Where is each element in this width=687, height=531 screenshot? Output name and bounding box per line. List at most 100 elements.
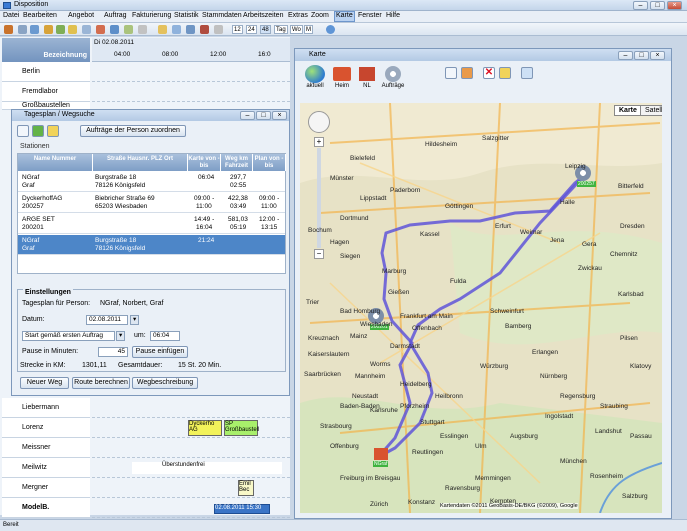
calculate-route-button[interactable]: Route berechnen [72,377,130,389]
maximize-button[interactable]: □ [634,51,649,60]
maptype-satellite-button[interactable]: Satellit [640,105,662,116]
schedule-row[interactable] [92,398,290,418]
date-dropdown-icon[interactable]: ▾ [130,315,139,325]
table-row[interactable]: DyckerhoffAG 200257 Biebricher Straße 69… [18,193,285,213]
zoom-24-button[interactable]: 24 [246,25,257,34]
table-row-selected[interactable]: NGraf Graf Burgstraße 18 78126 Königsfel… [18,235,285,255]
home-pin-icon[interactable] [374,448,388,460]
schedule-row[interactable]: Dyckerho AG SP Großbaustell [92,418,290,438]
menu-extras[interactable]: Extras [288,12,308,19]
event-dyckerhoff[interactable]: Dyckerho AG [188,420,222,436]
report-icon[interactable] [200,25,209,34]
person-row-liebermann[interactable]: Liebermann [2,398,90,418]
exit-icon[interactable] [4,25,13,34]
menu-arbeitszeiten[interactable]: Arbeitszeiten [243,12,283,19]
delete-icon[interactable]: ✕ [483,67,495,79]
date-field[interactable]: 02.08.2011 [86,315,128,325]
open-folder-icon[interactable] [158,25,167,34]
close-button[interactable]: × [650,51,665,60]
insert-pause-button[interactable]: Pause einfügen [132,346,188,358]
menu-auftrag[interactable]: Auftrag [104,12,127,19]
schedule-row[interactable] [92,82,290,102]
chart-icon[interactable] [110,25,119,34]
menu-zoom[interactable]: Zoom [311,12,329,19]
factory-icon[interactable] [359,67,375,81]
zoom-48-button[interactable]: 48 [260,25,271,34]
menu-karte[interactable]: Karte [334,11,355,22]
glasses-icon[interactable] [17,125,29,137]
person-row-mergner[interactable]: Mergner [2,478,90,498]
settings-icon[interactable] [214,25,223,34]
maximize-button[interactable]: □ [650,1,665,10]
tool-icon[interactable] [96,25,105,34]
view-month-button[interactable]: M [304,25,313,34]
start-time-field[interactable]: 06:04 [150,331,180,341]
schedule-row[interactable]: 02.08.2011 15:30 [92,498,290,518]
menu-fakturierung[interactable]: Fakturierung [132,12,171,19]
schedule-row[interactable] [92,438,290,458]
glasses-icon[interactable] [445,67,457,79]
star-icon[interactable] [499,67,511,79]
list-icon[interactable] [18,25,27,34]
calendar-icon[interactable] [30,25,39,34]
schedule-row[interactable]: Emil Bec [92,478,290,498]
view-week-button[interactable]: Wo [290,25,303,34]
new-route-button[interactable]: Neuer Weg [20,377,69,389]
pause-field[interactable]: 45 [98,347,128,357]
menu-statistik[interactable]: Statistik [174,12,199,19]
event-emil-bec[interactable]: Emil Bec [238,480,254,496]
grid-icon[interactable] [172,25,181,34]
minimize-button[interactable]: – [240,111,255,120]
col-header-weg[interactable]: Weg km Fahrzeit [221,154,253,171]
table-icon[interactable] [186,25,195,34]
maximize-button[interactable]: □ [256,111,271,120]
menu-bearbeiten[interactable]: Bearbeiten [23,12,57,19]
minimize-button[interactable]: – [633,1,648,10]
gear-icon[interactable] [385,66,401,82]
menu-datei[interactable]: Datei [3,12,19,19]
print-icon[interactable] [124,25,133,34]
person-row-fremdlabor[interactable]: Fremdlabor [2,82,90,102]
assign-orders-button[interactable]: Aufträge der Person zuordnen [80,125,186,137]
col-header-street[interactable]: Straße Hausnr. PLZ Ort [93,154,188,171]
clipboard-icon[interactable] [521,67,533,79]
start-select[interactable]: Start gemäß ersten Auftrag [22,331,115,341]
close-button[interactable]: × [272,111,287,120]
globe-icon[interactable] [305,65,325,83]
person-row-meilwitz[interactable]: Meilwitz [2,458,90,478]
event-timestamp[interactable]: 02.08.2011 15:30 [214,504,270,514]
pan-control[interactable] [308,111,330,133]
col-header-name[interactable]: Name Nummer [18,154,93,171]
home-icon[interactable] [333,67,351,81]
maptype-karte-button[interactable]: Karte [614,105,642,116]
schedule-row[interactable]: Überstundenfrei [92,458,290,478]
folder-icon[interactable] [68,25,77,34]
menu-angebot[interactable]: Angebot [68,12,94,19]
menu-stammdaten[interactable]: Stammdaten [202,12,242,19]
zoom-in-button[interactable]: + [314,137,324,147]
chevron-down-icon[interactable]: ▾ [116,331,125,341]
col-header-plan[interactable]: Plan von - bis [253,154,286,171]
car-icon[interactable] [461,67,473,79]
person-row-meissner[interactable]: Meissner [2,438,90,458]
zoom-12-button[interactable]: 12 [232,25,243,34]
close-button[interactable]: × [667,1,682,10]
pen-icon[interactable] [138,25,147,34]
person-row-modelb[interactable]: ModelB. [2,498,90,518]
note-icon[interactable] [44,25,53,34]
person-icon[interactable] [56,25,65,34]
tool-aktuell-label[interactable]: aktuell [300,83,330,89]
route-description-button[interactable]: Wegbeschreibung [132,377,198,389]
event-sp[interactable]: SP Großbaustell [224,420,259,436]
truck-icon[interactable] [82,25,91,34]
menu-hilfe[interactable]: Hilfe [386,12,400,19]
zoom-out-button[interactable]: − [314,249,324,259]
map-view[interactable]: Karte Satellit + − 200257 200201 NGraf B… [300,103,662,513]
star-icon[interactable] [47,125,59,137]
table-row[interactable]: ARGE SET 200201 14:49 - 16:04 581,03 05:… [18,214,285,234]
col-header-karte[interactable]: Karte von - bis [188,154,221,171]
globe-icon[interactable] [326,25,335,34]
menu-fenster[interactable]: Fenster [358,12,382,19]
pin-icon[interactable] [32,125,44,137]
table-row[interactable]: NGraf Graf Burgstraße 18 78126 Königsfel… [18,172,285,192]
